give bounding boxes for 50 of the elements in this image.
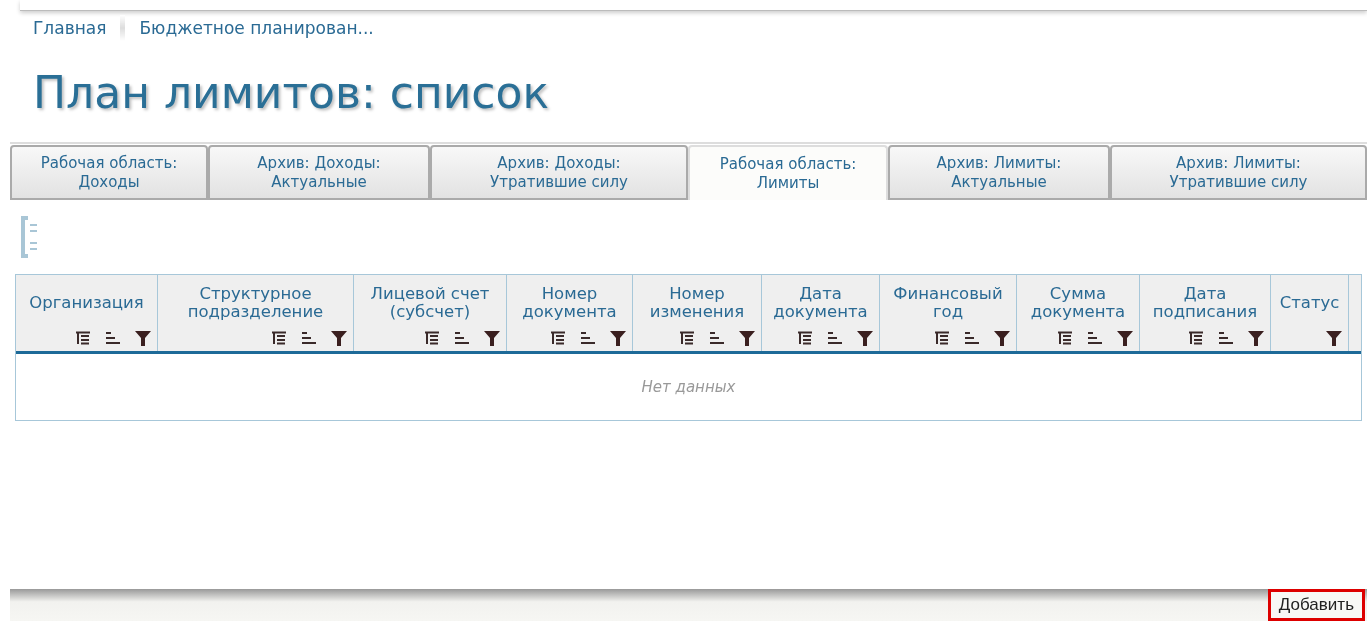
- group-icon[interactable]: [75, 331, 91, 345]
- filter-icon[interactable]: [857, 330, 873, 346]
- filter-icon[interactable]: [484, 330, 500, 346]
- tab[interactable]: Рабочая область: Лимиты: [688, 145, 888, 200]
- sort-icon[interactable]: [709, 332, 725, 344]
- sort-icon[interactable]: [964, 332, 980, 344]
- column-header: Финансовый год: [892, 283, 1004, 323]
- sort-icon[interactable]: [454, 332, 470, 344]
- tab[interactable]: Архив: Доходы: Актуальные: [208, 145, 430, 200]
- sort-icon[interactable]: [105, 332, 121, 344]
- filter-icon[interactable]: [135, 330, 151, 346]
- column-header: Дата подписания: [1151, 283, 1259, 323]
- empty-message: Нет данных: [641, 378, 736, 396]
- breadcrumb-link[interactable]: Главная: [33, 18, 107, 38]
- group-icon[interactable]: [1057, 331, 1073, 345]
- filter-icon[interactable]: [1326, 330, 1342, 346]
- column-header: Дата документа: [772, 283, 869, 323]
- breadcrumb-separator: [120, 15, 126, 41]
- group-icon[interactable]: [934, 331, 950, 345]
- group-icon[interactable]: [550, 331, 566, 345]
- group-icon[interactable]: [797, 331, 813, 345]
- group-icon[interactable]: [424, 331, 440, 345]
- add-button[interactable]: Добавить: [1267, 589, 1365, 621]
- group-icon[interactable]: [271, 331, 287, 345]
- column-header: Номер изменения: [648, 283, 746, 323]
- column-header: Структурное подразделение: [186, 283, 325, 323]
- group-icon[interactable]: [1188, 331, 1204, 345]
- filter-icon[interactable]: [331, 330, 347, 346]
- filter-icon[interactable]: [994, 330, 1010, 346]
- tab[interactable]: Архив: Лимиты: Актуальные: [888, 145, 1110, 200]
- filter-icon[interactable]: [739, 330, 755, 346]
- tab[interactable]: Архив: Доходы: Утратившие силу: [430, 145, 688, 200]
- filter-icon[interactable]: [610, 330, 626, 346]
- column-header: Статус: [1279, 292, 1340, 314]
- page-title: План лимитов: список: [33, 66, 550, 120]
- tab[interactable]: Архив: Лимиты: Утратившие силу: [1110, 145, 1367, 200]
- sort-icon[interactable]: [827, 332, 843, 344]
- sort-icon[interactable]: [1218, 332, 1234, 344]
- column-header: Лицевой счет (субсчет): [369, 283, 491, 323]
- column-header: Сумма документа: [1029, 283, 1127, 323]
- sort-icon[interactable]: [301, 332, 317, 344]
- sort-icon[interactable]: [580, 332, 596, 344]
- tab[interactable]: Рабочая область: Доходы: [10, 145, 208, 200]
- column-header: Организация: [29, 292, 144, 314]
- column-header: Номер документа: [521, 283, 618, 323]
- breadcrumb-link[interactable]: Бюджетное планирован...: [139, 18, 374, 38]
- filter-icon[interactable]: [1117, 330, 1133, 346]
- group-icon[interactable]: [679, 331, 695, 345]
- sort-icon[interactable]: [1087, 332, 1103, 344]
- filter-icon[interactable]: [1248, 330, 1264, 346]
